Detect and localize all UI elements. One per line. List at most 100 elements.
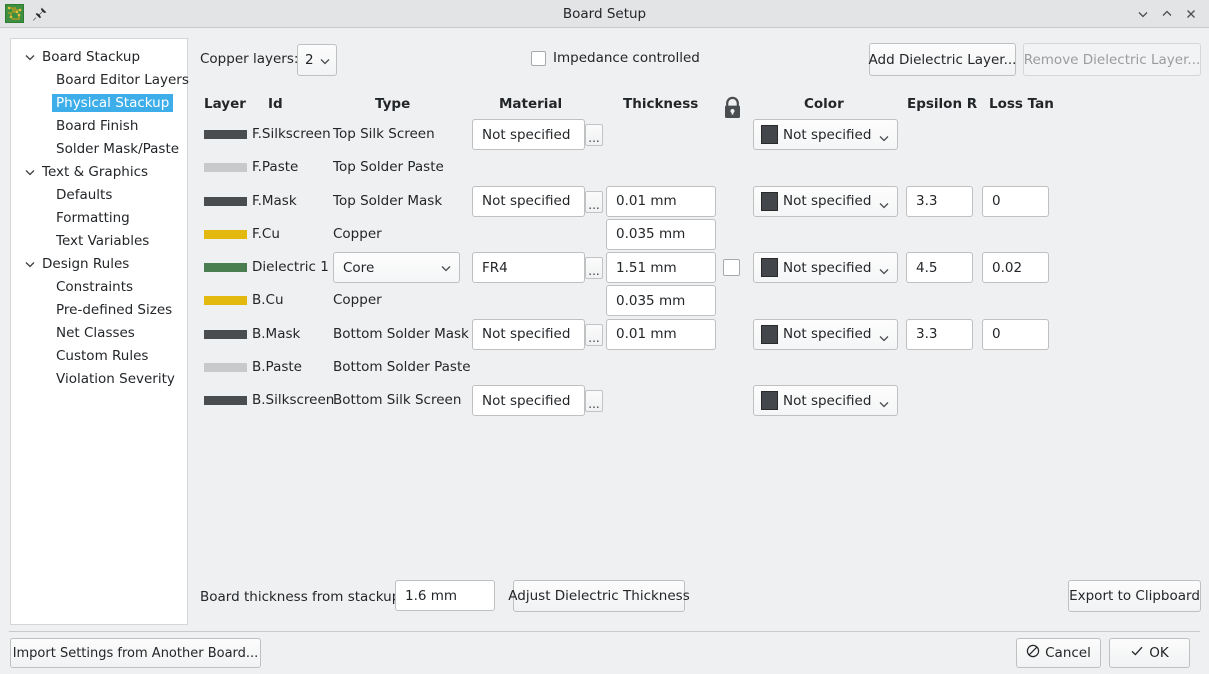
board-thickness-input[interactable]: 1.6 mm	[395, 580, 495, 611]
layer-color-swatch	[204, 263, 247, 273]
material-browse-button[interactable]: ...	[585, 124, 603, 146]
pin-icon[interactable]	[32, 6, 48, 22]
layer-color-select[interactable]: Not specified	[753, 318, 898, 350]
material-input[interactable]: Not specified	[472, 119, 585, 150]
stackup-toolbar: Copper layers: 2 Impedance controlled Ad…	[196, 38, 1201, 82]
table-row: Dielectric 1 Core FR4... 1.51 mm Not specifi…	[196, 251, 1201, 284]
layer-id: B.Cu	[252, 292, 284, 309]
sidebar-item-violation-severity[interactable]: Violation Severity	[11, 367, 187, 390]
thickness-value: 0.035 mm	[616, 226, 686, 243]
minimize-button[interactable]	[1131, 0, 1155, 28]
chevron-down-icon[interactable]	[21, 166, 39, 178]
sidebar-item-label: Solder Mask/Paste	[56, 140, 180, 157]
thickness-input[interactable]: 0.035 mm	[606, 285, 716, 317]
layer-color-select[interactable]: Not specified	[753, 252, 898, 284]
layer-color-swatch	[204, 130, 247, 139]
layer-type-text: Bottom Solder Paste	[333, 359, 471, 376]
sidebar-item-label: Design Rules	[42, 255, 130, 272]
chevron-down-icon[interactable]	[21, 258, 39, 270]
material-browse-button[interactable]: ...	[585, 390, 603, 413]
material-input[interactable]: Not specified	[472, 318, 585, 350]
sidebar-item-board-editor-layers[interactable]: Board Editor Layers	[11, 68, 189, 91]
sidebar-item-pre-defined-sizes[interactable]: Pre-defined Sizes	[11, 298, 187, 321]
layer-color-swatch	[204, 363, 247, 373]
layer-color-select[interactable]: Not specified	[753, 119, 898, 150]
copper-layers-select[interactable]: 2	[297, 44, 337, 76]
sidebar-item-defaults[interactable]: Defaults	[11, 183, 187, 206]
thickness-input[interactable]: 0.01 mm	[606, 185, 716, 217]
sidebar-item-constraints[interactable]: Constraints	[11, 275, 187, 298]
sidebar-item-net-classes[interactable]: Net Classes	[11, 321, 187, 344]
material-browse-button[interactable]: ...	[585, 257, 603, 280]
loss-tan-input[interactable]: 0.02	[982, 252, 1049, 284]
sidebar-item-design-rules[interactable]: Design Rules	[11, 252, 187, 275]
impedance-controlled-row[interactable]: Impedance controlled	[531, 50, 700, 66]
impedance-controlled-label: Impedance controlled	[553, 50, 700, 66]
layer-color-select[interactable]: Not specified	[753, 385, 898, 417]
sidebar-item-label: Defaults	[56, 186, 113, 203]
layer-color-swatch	[204, 229, 247, 239]
cancel-button[interactable]: Cancel	[1016, 638, 1101, 668]
material-value: Not specified	[482, 392, 571, 409]
loss-tan-value: 0	[992, 193, 1001, 210]
color-chip	[761, 391, 778, 411]
layer-color-value: Not specified	[783, 326, 872, 343]
thickness-input[interactable]: 0.01 mm	[606, 318, 716, 350]
loss-tan-input[interactable]: 0	[982, 318, 1049, 350]
layer-color-value: Not specified	[783, 259, 872, 276]
export-to-clipboard-button[interactable]: Export to Clipboard	[1068, 580, 1201, 612]
copper-layers-label: Copper layers:	[200, 51, 299, 67]
epsilon-r-input[interactable]: 3.3	[906, 185, 973, 217]
sidebar-item-label: Violation Severity	[56, 370, 175, 387]
material-input[interactable]: Not specified	[472, 185, 585, 217]
chevron-down-icon	[319, 55, 331, 71]
board-thickness-label: Board thickness from stackup:	[200, 589, 405, 605]
material-browse-button[interactable]: ...	[585, 323, 603, 346]
ok-button[interactable]: OK	[1109, 638, 1190, 668]
no-entry-icon	[1026, 644, 1040, 662]
material-input[interactable]: Not specified	[472, 385, 585, 417]
sidebar-item-board-finish[interactable]: Board Finish	[11, 114, 187, 137]
add-dielectric-layer-button[interactable]: Add Dielectric Layer...	[869, 43, 1016, 76]
loss-tan-input[interactable]: 0	[982, 185, 1049, 217]
chevron-down-icon	[878, 262, 890, 281]
layer-color-select[interactable]: Not specified	[753, 185, 898, 217]
layer-color-swatch	[204, 329, 247, 339]
sidebar-item-formatting[interactable]: Formatting	[11, 206, 187, 229]
material-input[interactable]: FR4	[472, 252, 585, 284]
color-chip	[761, 258, 778, 278]
settings-tree: Board Stackup Board Editor Layers Physical…	[11, 39, 189, 390]
header-material: Material	[499, 96, 563, 112]
window-title: Board Setup	[562, 5, 647, 22]
sidebar-item-board-stackup[interactable]: Board Stackup	[11, 45, 187, 68]
import-settings-button[interactable]: Import Settings from Another Board...	[10, 638, 261, 668]
epsilon-r-value: 3.3	[916, 193, 938, 210]
material-browse-button[interactable]: ...	[585, 190, 603, 213]
epsilon-r-input[interactable]: 3.3	[906, 318, 973, 350]
adjust-dielectric-thickness-button[interactable]: Adjust Dielectric Thickness	[508, 580, 690, 612]
sidebar-item-text-graphics[interactable]: Text & Graphics	[11, 160, 187, 183]
sidebar-item-physical-stackup[interactable]: Physical Stackup	[11, 91, 187, 114]
thickness-input[interactable]: 0.035 mm	[606, 218, 716, 250]
layer-id: B.Paste	[252, 359, 302, 376]
header-type: Type	[375, 96, 411, 112]
header-id: Id	[268, 96, 283, 112]
close-button[interactable]	[1179, 0, 1203, 28]
layer-type-select[interactable]: Core	[333, 252, 460, 284]
layer-color-swatch	[204, 396, 247, 406]
maximize-button[interactable]	[1155, 0, 1179, 28]
header-color: Color	[804, 96, 844, 112]
table-row: B.Silkscreen Bottom Silk Screen Not specif…	[196, 384, 1201, 417]
layer-type-text: Bottom Solder Mask	[333, 325, 469, 342]
chevron-down-icon[interactable]	[21, 51, 39, 63]
epsilon-r-input[interactable]: 4.5	[906, 252, 973, 284]
impedance-controlled-checkbox[interactable]	[531, 50, 546, 66]
material-value: FR4	[482, 259, 508, 276]
thickness-lock-checkbox[interactable]	[723, 259, 740, 277]
sidebar-item-solder-mask-paste[interactable]: Solder Mask/Paste	[11, 137, 187, 160]
sidebar-item-custom-rules[interactable]: Custom Rules	[11, 344, 187, 367]
layer-type-text: Top Silk Screen	[333, 126, 435, 142]
sidebar-item-text-variables[interactable]: Text Variables	[11, 229, 187, 252]
thickness-input[interactable]: 1.51 mm	[606, 252, 716, 284]
header-thickness: Thickness	[623, 96, 699, 112]
